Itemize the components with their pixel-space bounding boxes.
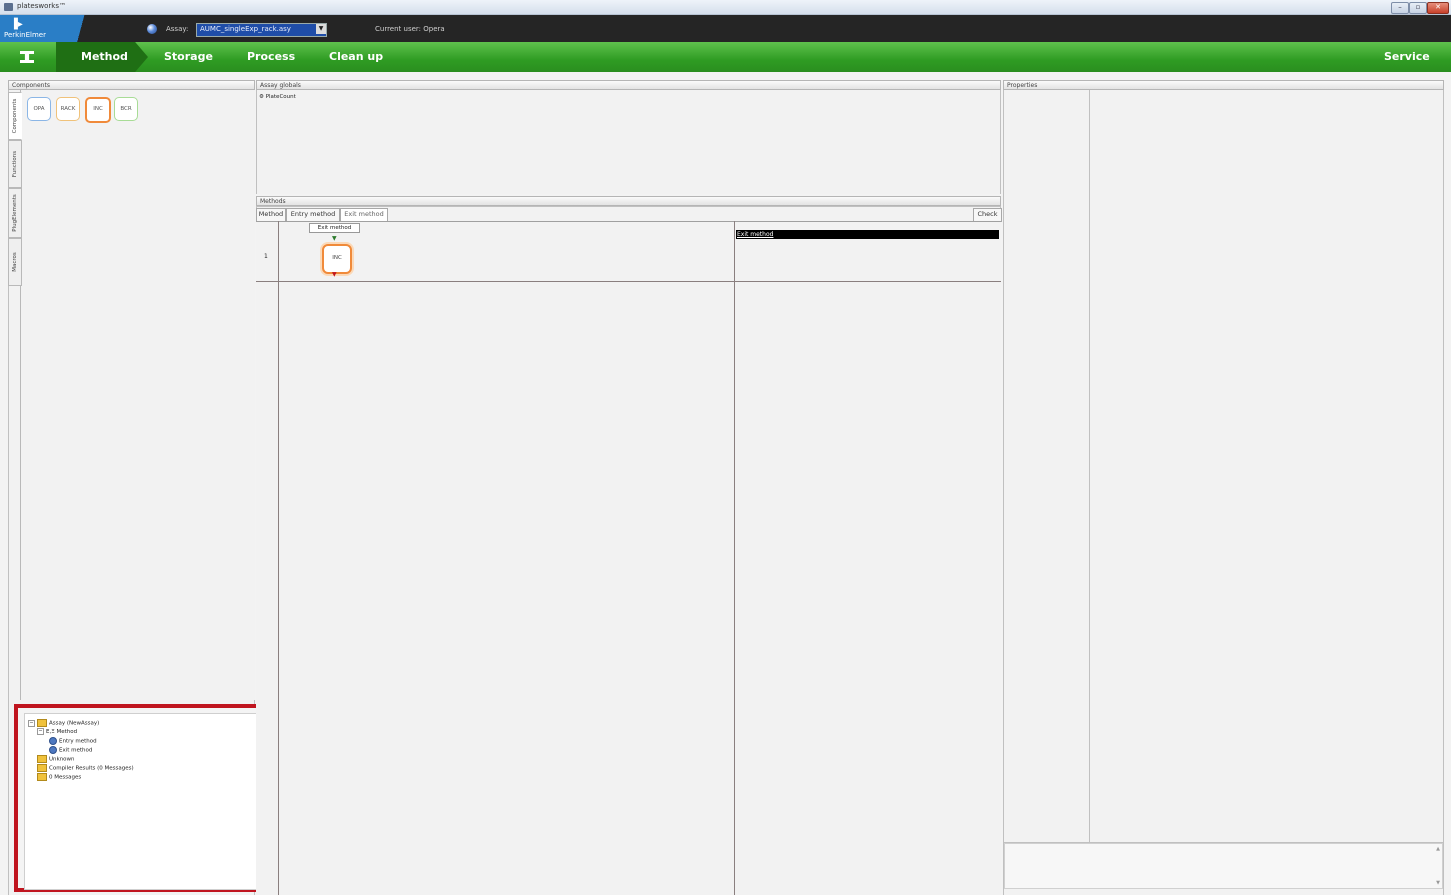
tree-node-unknown[interactable]: Unknown xyxy=(37,755,75,763)
inc-step-node[interactable]: INC xyxy=(322,244,352,274)
close-button[interactable]: ✕ xyxy=(1427,2,1449,14)
side-tab-components[interactable]: Components xyxy=(8,92,22,140)
folder-icon xyxy=(37,773,47,781)
folder-icon xyxy=(37,719,47,727)
assay-globals-title: Assay globals xyxy=(256,80,1001,90)
brand-logo: ▐▸ PerkinElmer xyxy=(0,15,110,42)
method-icon: Ε,Ξ xyxy=(46,729,57,735)
collapse-icon[interactable]: − xyxy=(28,719,35,727)
app-header: ▐▸ PerkinElmer Assay: AUMC_singleExp_rac… xyxy=(0,15,1451,42)
folder-icon xyxy=(37,755,47,763)
component-bcr[interactable]: BCR xyxy=(114,97,138,121)
method-icon xyxy=(49,737,57,745)
main-nav: Method Storage Process Clean up Service xyxy=(0,42,1451,72)
tree-node-compiler-results[interactable]: Compiler Results (0 Messages) xyxy=(37,764,134,772)
assay-select-value: AUMC_singleExp_rack.asy xyxy=(200,25,291,33)
method-canvas xyxy=(256,221,1001,895)
components-panel-title: Components xyxy=(8,80,255,90)
selected-method-item[interactable]: Exit method xyxy=(736,230,999,239)
side-tab-components-label: Components xyxy=(12,98,18,134)
exit-method-step[interactable]: Exit method xyxy=(309,223,360,233)
arrow-down-icon: ▼ xyxy=(332,235,337,242)
nav-home-button[interactable] xyxy=(0,42,56,72)
tree-node-messages[interactable]: 0 Messages xyxy=(37,773,81,781)
tab-method[interactable]: Method xyxy=(256,208,286,222)
brand-mark-icon: ▐▸ xyxy=(10,19,23,30)
side-tab-macros-label: Macros xyxy=(12,252,18,272)
assay-status-icon xyxy=(147,24,157,34)
scroll-up-icon[interactable]: ▲ xyxy=(1436,846,1440,852)
nav-tab-method[interactable]: Method xyxy=(56,42,148,72)
collapse-icon[interactable]: − xyxy=(37,728,44,735)
side-tab-plugelements[interactable]: PlugElements xyxy=(8,188,22,238)
tab-exit-method[interactable]: Exit method xyxy=(340,208,388,222)
maximize-button[interactable]: ▫ xyxy=(1409,2,1427,14)
nav-tab-cleanup[interactable]: Clean up xyxy=(329,50,383,63)
side-tab-functions[interactable]: Functions xyxy=(8,140,22,188)
check-button[interactable]: Check xyxy=(973,208,1002,222)
assay-globals-panel: ⚙ PlateCount xyxy=(256,90,1001,194)
row-number-divider xyxy=(278,221,279,895)
chevron-down-icon[interactable]: ▼ xyxy=(316,24,326,34)
current-user: Current user: Opera xyxy=(375,25,445,33)
row-number: 1 xyxy=(264,253,268,260)
side-tab-functions-label: Functions xyxy=(12,150,18,178)
window-title: platesworks™ xyxy=(17,2,66,10)
tree-node-method[interactable]: − Ε,Ξ Method xyxy=(37,728,77,735)
tab-entry-method[interactable]: Entry method xyxy=(286,208,340,222)
gear-icon: ⚙ xyxy=(259,94,264,100)
nav-tab-storage[interactable]: Storage xyxy=(164,50,213,63)
assay-tree-highlight: − Assay (NewAssay) − Ε,Ξ Method Entry meth… xyxy=(14,704,263,892)
global-platecount[interactable]: ⚙ PlateCount xyxy=(259,94,296,100)
nav-service[interactable]: Service xyxy=(1384,50,1430,63)
nav-tab-method-label: Method xyxy=(81,50,128,63)
assay-label: Assay: xyxy=(166,25,189,33)
arrow-down-icon: ▼ xyxy=(332,271,337,278)
assay-tree: − Assay (NewAssay) − Ε,Ξ Method Entry meth… xyxy=(24,713,261,890)
row-divider xyxy=(256,281,1001,282)
tree-node-exit-method[interactable]: Exit method xyxy=(49,746,92,754)
properties-description: ▲ ▼ xyxy=(1004,843,1443,889)
brand-name: PerkinElmer xyxy=(4,31,46,39)
methods-title: Methods xyxy=(256,196,1001,206)
component-opa[interactable]: OPA xyxy=(27,97,51,121)
method-icon xyxy=(49,746,57,754)
home-icon xyxy=(20,51,34,63)
folder-icon xyxy=(37,764,47,772)
properties-panel xyxy=(1003,90,1444,895)
component-inc[interactable]: INC xyxy=(85,97,111,123)
app-icon xyxy=(4,3,13,11)
minimize-button[interactable]: – xyxy=(1391,2,1409,14)
nav-tab-process[interactable]: Process xyxy=(247,50,295,63)
properties-divider xyxy=(1089,90,1090,842)
scroll-down-icon[interactable]: ▼ xyxy=(1436,880,1440,886)
side-tab-plugelements-label: PlugElements xyxy=(12,194,18,232)
assay-select[interactable]: AUMC_singleExp_rack.asy ▼ xyxy=(196,23,327,37)
title-bar: platesworks™ – ▫ ✕ xyxy=(0,0,1451,15)
properties-title: Properties xyxy=(1003,80,1444,90)
components-content xyxy=(20,90,255,700)
tree-node-entry-method[interactable]: Entry method xyxy=(49,737,97,745)
component-rack[interactable]: RACK xyxy=(56,97,80,121)
side-tab-macros[interactable]: Macros xyxy=(8,238,22,286)
column-divider xyxy=(734,221,735,895)
tree-node-assay[interactable]: − Assay (NewAssay) xyxy=(28,719,99,727)
